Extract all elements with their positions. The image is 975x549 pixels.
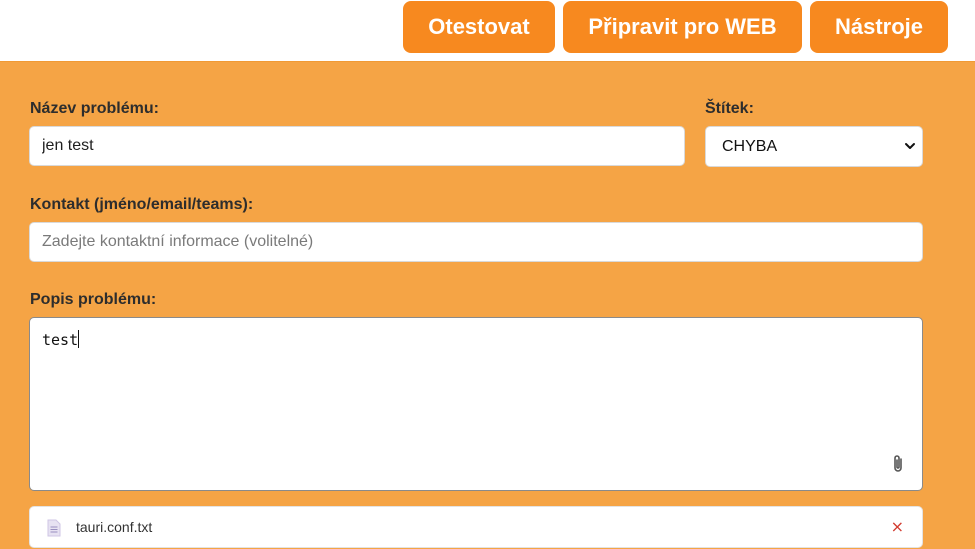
- prepare-web-button[interactable]: Připravit pro WEB: [563, 1, 802, 53]
- top-toolbar: Otestovat Připravit pro WEB Nástroje: [0, 0, 975, 61]
- paperclip-icon[interactable]: [890, 454, 906, 474]
- contact-label: Kontakt (jméno/email/teams):: [30, 196, 254, 213]
- attachment-item: tauri.conf.txt ×: [29, 506, 923, 548]
- chevron-down-icon: [905, 143, 915, 149]
- text-caret: [78, 330, 80, 348]
- description-textarea[interactable]: test: [29, 317, 923, 491]
- description-label: Popis problému:: [30, 291, 157, 308]
- description-content: test: [42, 330, 80, 349]
- issue-name-label: Název problému:: [30, 100, 159, 117]
- tag-select-value: CHYBA: [722, 137, 778, 155]
- description-text: test: [42, 331, 79, 349]
- test-button[interactable]: Otestovat: [403, 1, 555, 53]
- tag-label: Štítek:: [705, 100, 754, 117]
- issue-name-input[interactable]: [29, 126, 685, 166]
- remove-attachment-button[interactable]: ×: [891, 517, 904, 536]
- tag-select[interactable]: CHYBA: [705, 126, 923, 167]
- tools-button[interactable]: Nástroje: [810, 1, 948, 53]
- file-text-icon: [47, 519, 61, 537]
- contact-input[interactable]: [29, 222, 923, 262]
- attachment-name: tauri.conf.txt: [76, 519, 153, 535]
